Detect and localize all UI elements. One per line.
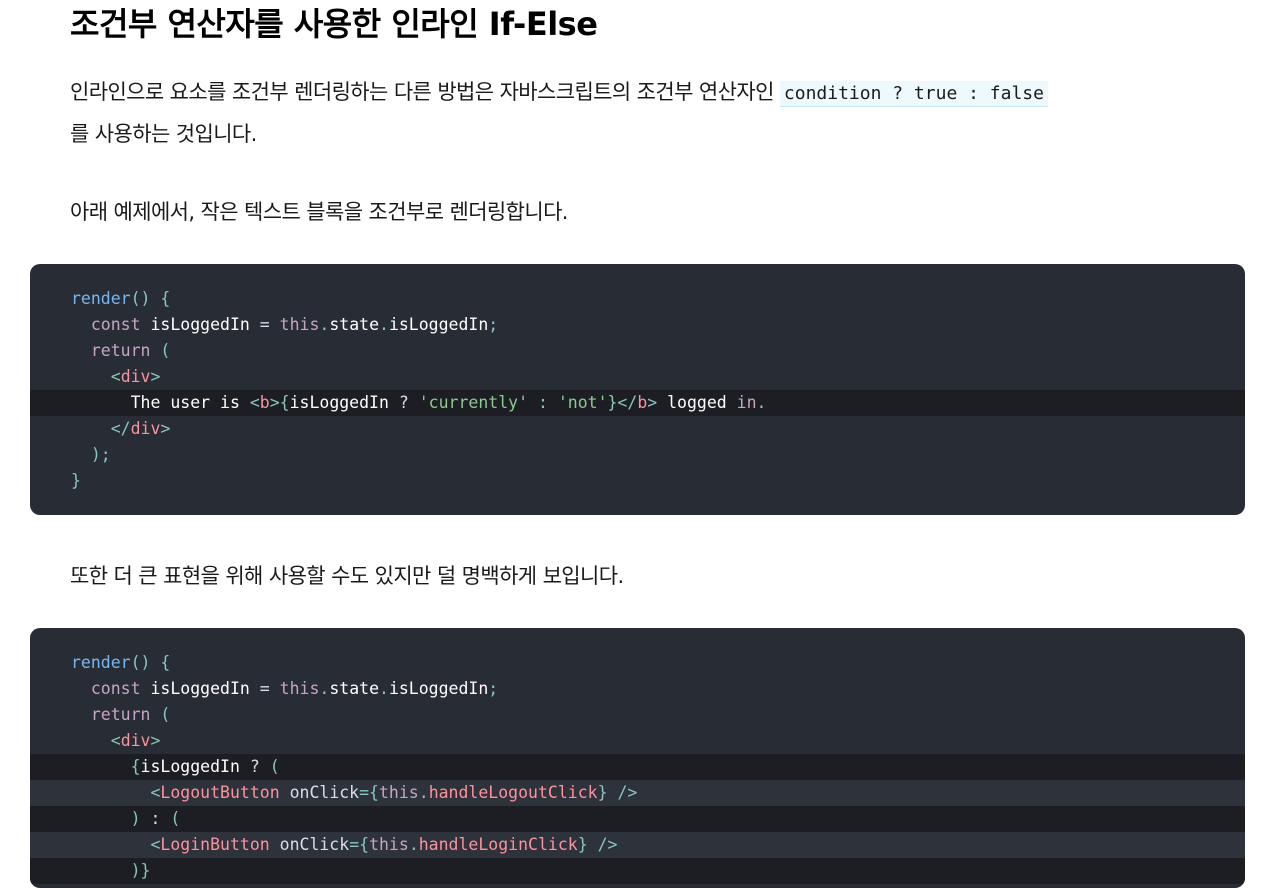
code-line: render() { — [71, 289, 171, 308]
section-heading: 조건부 연산자를 사용한 인라인 If-Else — [70, 5, 598, 43]
code-line: <div> — [110, 731, 161, 750]
code-line: return ( — [90, 341, 171, 360]
code-line-highlighted: <LogoutButton onClick={this.handleLogout… — [30, 780, 1245, 806]
code-line: ); — [90, 445, 111, 464]
code-line: const isLoggedIn = this.state.isLoggedIn… — [90, 679, 499, 698]
code-block-inline-ternary[interactable]: render() { const isLoggedIn = this.state… — [30, 264, 1245, 515]
code-block-conditional-buttons[interactable]: render() { const isLoggedIn = this.state… — [30, 628, 1245, 888]
code-line: </div> — [110, 419, 171, 438]
intro-paragraph: 인라인으로 요소를 조건부 렌더링하는 다른 방법은 자바스크립트의 조건부 연… — [70, 72, 1070, 154]
code-line-highlighted: ) : ( — [30, 806, 1245, 832]
code-line: const isLoggedIn = this.state.isLoggedIn… — [90, 315, 499, 334]
code-line-highlighted: <LoginButton onClick={this.handleLoginCl… — [30, 832, 1245, 858]
code-line: render() { — [71, 653, 171, 672]
intro-text: 인라인으로 요소를 조건부 렌더링하는 다른 방법은 자바스크립트의 조건부 연… — [70, 80, 780, 104]
intro-text-end: 를 사용하는 것입니다. — [70, 122, 257, 146]
code-line-highlighted: )} — [30, 858, 1245, 884]
code-line-highlighted: The user is <b>{isLoggedIn ? 'currently'… — [30, 390, 1245, 416]
example-description: 아래 예제에서, 작은 텍스트 블록을 조건부로 렌더링합니다. — [70, 200, 568, 224]
code-line: return ( — [90, 705, 171, 724]
code-line: } — [71, 471, 81, 490]
code-line-highlighted: {isLoggedIn ? ( — [30, 754, 1245, 780]
code-line: <div> — [110, 367, 161, 386]
inline-code-ternary: condition ? true : false — [779, 81, 1048, 107]
larger-expression-description: 또한 더 큰 표현을 위해 사용할 수도 있지만 덜 명백하게 보입니다. — [70, 564, 624, 588]
